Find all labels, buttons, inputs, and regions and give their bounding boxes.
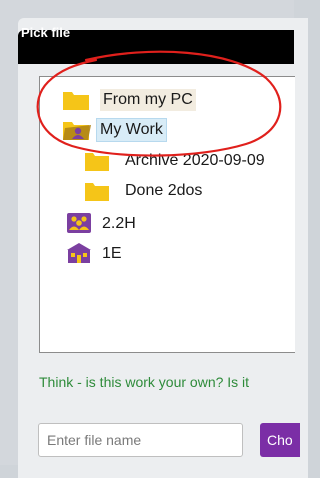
- tree-item-from-my-pc[interactable]: From my PC: [62, 87, 196, 113]
- tree-item-label: From my PC: [100, 89, 196, 111]
- file-tree[interactable]: From my PC My Work Archive 2020-09-09 Do…: [39, 76, 295, 353]
- tree-item-2-2h[interactable]: 2.2H: [67, 211, 139, 237]
- choose-button[interactable]: Cho: [260, 423, 300, 457]
- tree-item-label: 2.2H: [102, 215, 136, 232]
- tree-item-done-2dos[interactable]: Done 2dos: [84, 178, 205, 204]
- tree-item-1e[interactable]: 1E: [67, 241, 125, 267]
- filename-input[interactable]: [38, 423, 243, 457]
- folder-icon: [62, 89, 92, 111]
- dialog-title: Pick file: [21, 25, 71, 40]
- tree-item-label: Archive 2020-09-09: [125, 152, 265, 169]
- tree-item-label: Done 2dos: [125, 182, 203, 199]
- folder-icon: [84, 180, 112, 202]
- school-icon: [67, 243, 93, 265]
- tree-item-my-work[interactable]: My Work: [62, 117, 167, 143]
- user-folder-icon: [62, 119, 92, 141]
- group-icon: [67, 213, 93, 235]
- folder-icon: [84, 150, 112, 172]
- tree-item-label: My Work: [96, 118, 167, 142]
- ownership-hint: Think - is this work your own? Is it: [39, 374, 250, 390]
- tree-item-label: 1E: [102, 245, 122, 262]
- tree-item-archive[interactable]: Archive 2020-09-09: [84, 148, 268, 174]
